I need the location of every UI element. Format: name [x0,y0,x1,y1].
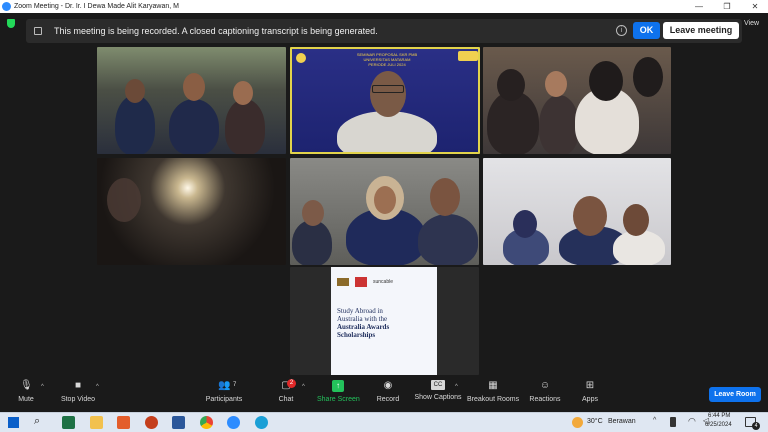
chat-options-caret-icon[interactable]: ^ [302,384,305,390]
video-tile-6[interactable] [483,158,671,265]
recording-icon [34,27,42,35]
participant-head [302,200,324,226]
minimize-button[interactable]: — [686,0,712,13]
event-logo-icon [458,51,478,61]
participant-head [623,204,649,236]
reactions-button[interactable]: ☺ Reactions [529,380,561,410]
breakout-rooms-button[interactable]: ▦ Breakout Rooms [467,380,519,410]
participant-head [183,73,205,101]
presenter-background-text: SEMINAR PROPOSAL SKR PMB UNIVERSITAS MAT… [356,52,418,67]
windows-start-icon[interactable] [8,417,19,428]
video-tile-1[interactable] [97,47,286,154]
record-button[interactable]: ◉ Record [376,380,400,410]
weather-condition: Berawan [608,418,636,425]
slide-logos: suncable [337,277,393,287]
video-camera-icon: ■ [74,380,82,391]
suncable-logo: suncable [373,279,394,285]
weather-temperature: 30°C [587,418,603,425]
participant-figure [115,95,155,154]
record-icon: ◉ [383,380,393,391]
video-tile-3[interactable] [483,47,671,154]
participant-head [497,69,525,101]
microphone-icon: 🎙 [20,380,33,391]
close-button[interactable]: ✕ [742,0,768,13]
participants-icon: 👥 [218,380,231,391]
window-title: Zoom Meeting - Dr. Ir. I Dewa Made Alit … [14,3,179,10]
captions-cc-icon: CC [431,380,445,390]
video-tile-5[interactable] [290,158,479,265]
participant-head [107,178,141,222]
apps-icon: ⊞ [585,380,595,391]
network-icon[interactable]: ◠ [688,416,696,427]
participants-button[interactable]: 👥 Participants [203,380,245,410]
restore-button[interactable]: ❐ [714,0,740,13]
stop-video-button[interactable]: ■ Stop Video [59,380,97,410]
battery-icon[interactable] [670,417,676,427]
recording-message: This meeting is being recorded. A closed… [54,26,378,36]
share-screen-button[interactable]: ↑ Share Screen [317,380,360,410]
participant-figure [225,99,265,154]
audio-options-caret-icon[interactable]: ^ [41,384,44,390]
presenter-figure [337,111,437,152]
mute-button[interactable]: 🎙 Mute [14,380,38,410]
captions-options-caret-icon[interactable]: ^ [455,384,458,390]
video-options-caret-icon[interactable]: ^ [96,384,99,390]
window-titlebar: Zoom Meeting - Dr. Ir. I Dewa Made Alit … [0,0,768,13]
security-shield-icon[interactable] [7,19,15,28]
share-screen-icon: ↑ [332,380,344,392]
gov-crest-icon [337,278,349,286]
participant-head [430,178,460,216]
video-tile-presenter[interactable]: SEMINAR PROPOSAL SKR PMB UNIVERSITAS MAT… [290,47,480,154]
view-button[interactable]: View [744,20,759,27]
info-icon[interactable]: i [616,25,627,36]
participant-figure [292,220,332,265]
presenter-head [370,71,406,117]
chat-unread-badge: 2 [287,379,296,388]
leave-meeting-button[interactable]: Leave meeting [663,22,739,39]
tray-overflow-chevron-icon[interactable]: ^ [653,417,656,424]
clock-date[interactable]: 6/25/2024 [705,422,732,428]
video-tile-4[interactable] [97,158,286,265]
recording-banner: This meeting is being recorded. A closed… [26,19,742,43]
participant-head [589,61,623,101]
breakout-rooms-icon: ▦ [488,380,498,391]
edge-icon[interactable] [255,416,268,429]
word-icon[interactable] [172,416,185,429]
store-app-icon[interactable] [117,416,130,429]
seventy-five-logo-icon [355,277,367,287]
participants-count: 7 [233,382,237,388]
participant-head [573,196,607,236]
leave-room-button[interactable]: Leave Room [709,387,761,402]
file-explorer-icon[interactable] [90,416,103,429]
participant-head [125,79,145,103]
ok-button[interactable]: OK [633,22,660,39]
participant-head [633,57,663,97]
slide-title: Study Abroad in Australia with the Austr… [337,307,390,339]
search-icon[interactable]: ⌕ [34,415,40,428]
participant-figure [418,214,478,265]
screen-share-tile[interactable]: suncable Study Abroad in Australia with … [290,267,479,375]
meeting-stage: View This meeting is being recorded. A c… [0,13,768,375]
shared-slide: suncable Study Abroad in Australia with … [331,267,437,375]
university-logo-icon [296,53,306,63]
apps-button[interactable]: ⊞ Apps [580,380,600,410]
participant-head [513,210,537,238]
participant-head [545,71,567,97]
zoom-taskbar-icon[interactable] [227,416,240,429]
chrome-icon[interactable] [200,416,213,429]
weather-icon[interactable] [572,417,583,428]
notifications-count: 4 [752,422,760,430]
participant-head [233,81,253,105]
participant-figure [539,95,579,154]
clock-time[interactable]: 6:44 PM [708,413,730,419]
meeting-toolbar: 🎙 Mute ^ ■ Stop Video ^ 👥 Participants 7… [0,375,768,412]
powerpoint-icon[interactable] [145,416,158,429]
smiley-plus-icon: ☺ [539,380,551,391]
participant-face [374,186,396,214]
participant-figure [169,99,219,154]
excel-icon[interactable] [62,416,75,429]
glasses-icon [372,85,404,93]
zoom-app-icon [2,2,11,11]
windows-taskbar: ⌕ 30°C Berawan ^ ◠ ◁ 6:44 PM 6/25/2024 4 [0,412,768,432]
